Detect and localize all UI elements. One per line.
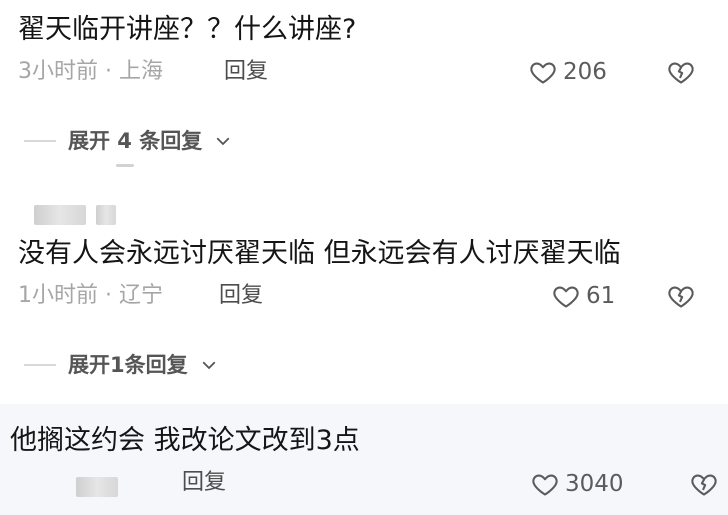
heart-outline-icon [532,474,558,496]
like-count-1: 206 [563,59,607,85]
collapsed-thread-marker [116,164,134,167]
like-button-3[interactable]: 3040 [531,470,624,498]
comment-text-3: 他搁这约会 我改论文改到3点 [10,425,360,456]
like-button-2[interactable]: 61 [552,282,615,310]
chevron-down-icon [217,137,230,145]
expand-divider [24,364,56,366]
blurred-username [34,205,86,225]
broken-heart-icon[interactable] [667,282,695,310]
comment-text-1: 翟天临开讲座？？什么讲座? [18,14,357,45]
blurred-avatar [96,205,116,225]
reply-button-1[interactable]: 回复 [224,58,268,86]
comment-meta-1: 3小时前 · 上海 [18,59,163,84]
bottom-comment-background [0,404,728,515]
like-button-1[interactable]: 206 [529,58,607,86]
like-count-3: 3040 [565,471,624,497]
expand-replies-label-2: 展开1条回复 [68,353,188,377]
like-count-2: 61 [586,283,616,309]
expand-replies-label-1: 展开 4 条回复 [68,129,203,153]
reply-button-2[interactable]: 回复 [219,282,263,310]
heart-outline-icon [530,62,556,84]
expand-replies-row-1[interactable]: 展开 4 条回复 [24,127,232,155]
reply-button-3[interactable]: 回复 [182,469,226,497]
broken-heart-icon[interactable] [690,470,718,498]
heart-outline-icon [553,286,579,308]
broken-heart-icon[interactable] [667,58,695,86]
blurred-username-3 [76,477,118,497]
comment-text-2: 没有人会永远讨厌翟天临 但永远会有人讨厌翟天临 [18,238,621,269]
comment-meta-2: 1小时前 · 辽宁 [18,283,163,308]
expand-replies-row-2[interactable]: 展开1条回复 [24,351,218,379]
chevron-down-icon [202,361,215,369]
expand-divider [24,140,56,142]
